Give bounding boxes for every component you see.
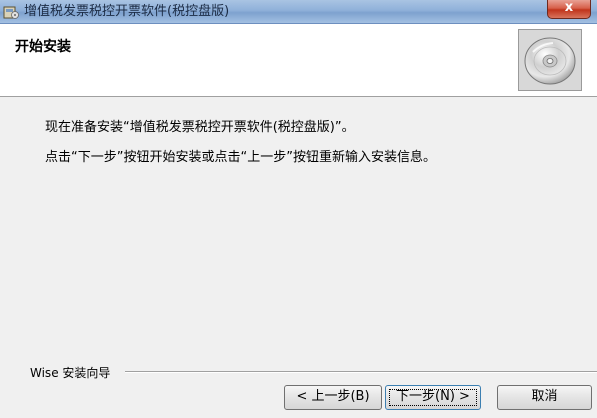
header-panel: 开始安装: [0, 24, 597, 97]
wizard-label: Wise 安装向导: [30, 364, 115, 381]
installer-app-icon: [3, 6, 19, 19]
cd-disc-icon: [518, 29, 582, 91]
footer-divider: [125, 371, 597, 373]
cancel-button[interactable]: 取消: [497, 385, 592, 410]
window-title: 增值税发票税控开票软件(税控盘版): [24, 4, 230, 19]
back-button[interactable]: < 上一步(B): [284, 385, 382, 410]
close-button[interactable]: x: [547, 0, 591, 19]
title-bar[interactable]: 增值税发票税控开票软件(税控盘版) x: [0, 0, 597, 24]
next-button-label: 下一步(N) >: [396, 389, 470, 404]
page-title: 开始安装: [15, 39, 71, 55]
instruction-message: 点击“下一步”按钮开始安装或点击“上一步”按钮重新输入安装信息。: [45, 150, 436, 165]
next-button[interactable]: 下一步(N) >: [385, 385, 481, 410]
ready-message: 现在准备安装“增值税发票税控开票软件(税控盘版)”。: [45, 120, 355, 135]
